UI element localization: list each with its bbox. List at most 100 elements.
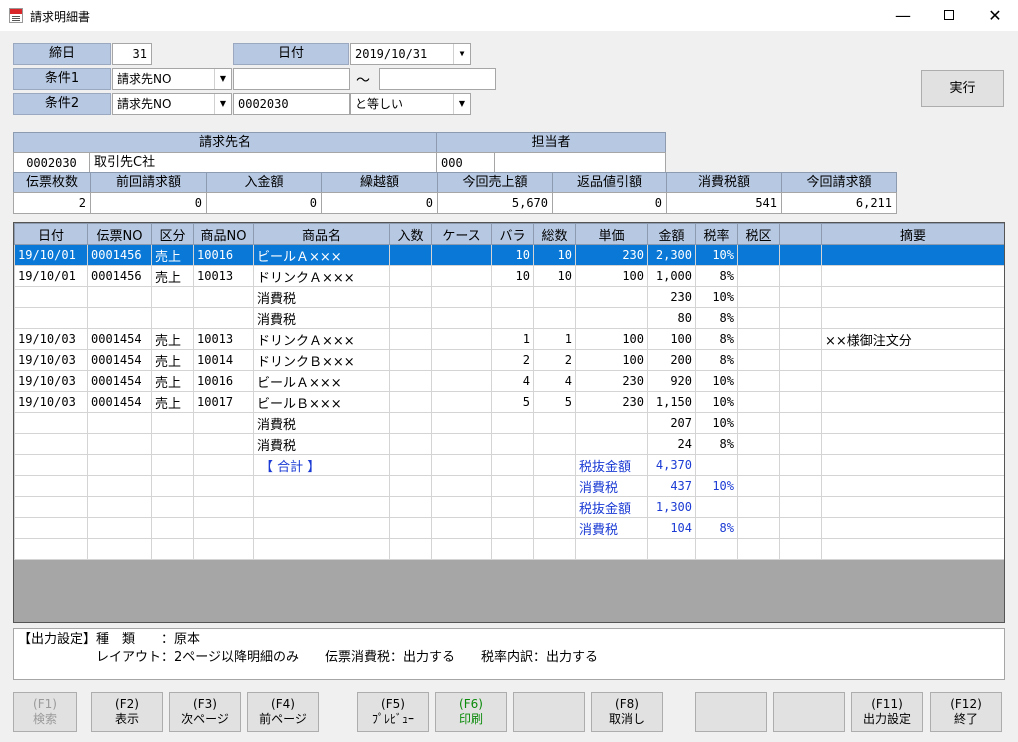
table-row[interactable]: 消費税 230 10% bbox=[14, 286, 1004, 308]
cell-loose bbox=[491, 496, 534, 518]
cell-memo bbox=[821, 433, 1004, 455]
column-header-product-name[interactable]: 商品名 bbox=[253, 223, 390, 245]
cond2-value-input[interactable]: 0002030 bbox=[233, 93, 350, 115]
cell-case bbox=[431, 517, 492, 539]
chevron-down-icon[interactable]: ▼ bbox=[453, 94, 470, 114]
print-button[interactable]: (F6) 印刷 bbox=[435, 692, 507, 732]
cond2-field-select[interactable]: 請求先NO ▼ bbox=[112, 93, 232, 115]
table-row[interactable]: 19/10/03 0001454 売上 10017 ビールＢ××× 5 5 230 1,150 1… bbox=[14, 391, 1004, 413]
cell-loose bbox=[491, 454, 534, 476]
fkey-label: (F8) bbox=[615, 697, 639, 711]
date-select[interactable]: 2019/10/31 ▼ bbox=[350, 43, 471, 65]
cell-pack-qty bbox=[389, 391, 432, 413]
fkey-label: (F11) bbox=[871, 697, 903, 711]
table-row[interactable]: 消費税 24 8% bbox=[14, 433, 1004, 455]
cell-pack-qty bbox=[389, 370, 432, 392]
cell-unit-price: 100 bbox=[575, 265, 648, 287]
column-header-unit-price[interactable]: 単価 bbox=[575, 223, 648, 245]
execute-button[interactable]: 実行 bbox=[921, 70, 1004, 107]
chevron-down-icon[interactable]: ▼ bbox=[214, 69, 231, 89]
column-header-amount[interactable]: 金額 bbox=[647, 223, 696, 245]
column-header-slip-no[interactable]: 伝票NO bbox=[87, 223, 152, 245]
cell-tax-class bbox=[737, 454, 780, 476]
cell-unit-price bbox=[575, 307, 648, 329]
output-settings-button[interactable]: (F11) 出力設定 bbox=[851, 692, 923, 732]
table-row[interactable]: 消費税 437 10% bbox=[14, 475, 1004, 497]
cond1-field-select[interactable]: 請求先NO ▼ bbox=[112, 68, 232, 90]
column-header-pack-qty[interactable]: 入数 bbox=[389, 223, 432, 245]
cell-pack-qty bbox=[389, 538, 432, 560]
column-header-date[interactable]: 日付 bbox=[14, 223, 88, 245]
table-row[interactable]: 消費税 104 8% bbox=[14, 517, 1004, 539]
date-value: 2019/10/31 bbox=[355, 47, 428, 61]
exit-button[interactable]: (F12) 終了 bbox=[930, 692, 1002, 732]
title-bar: 請求明細書 — ✕ bbox=[0, 0, 1018, 31]
cell-pack-qty bbox=[389, 433, 432, 455]
shimebi-input[interactable]: 31 bbox=[112, 43, 152, 65]
prev-page-button[interactable]: (F4) 前ページ bbox=[247, 692, 319, 732]
preview-button[interactable]: (F5) ﾌﾟﾚﾋﾞｭｰ bbox=[357, 692, 429, 732]
table-row[interactable] bbox=[14, 538, 1004, 560]
cell-product-name: ビールＢ××× bbox=[253, 391, 390, 413]
cancel-button[interactable]: (F8) 取消し bbox=[591, 692, 663, 732]
table-row[interactable]: 【 合計 】 税抜金額 4,370 bbox=[14, 454, 1004, 476]
maximize-button[interactable] bbox=[926, 0, 972, 31]
table-row[interactable]: 19/10/03 0001454 売上 10014 ドリンクＢ××× 2 2 100 200 8% bbox=[14, 349, 1004, 371]
cell-total-qty bbox=[533, 412, 576, 434]
column-header-product-no[interactable]: 商品NO bbox=[193, 223, 254, 245]
cell-slip-no bbox=[87, 454, 152, 476]
staff-header: 担当者 bbox=[436, 132, 666, 153]
cond2-operator-select[interactable]: と等しい ▼ bbox=[350, 93, 471, 115]
table-row[interactable]: 税抜金額 1,300 bbox=[14, 496, 1004, 518]
column-header-case[interactable]: ケース bbox=[431, 223, 492, 245]
chevron-down-icon[interactable]: ▼ bbox=[453, 44, 470, 64]
display-button[interactable]: (F2) 表示 bbox=[91, 692, 163, 732]
column-header-blank[interactable] bbox=[779, 223, 822, 245]
cell-tax-class bbox=[737, 412, 780, 434]
minimize-button[interactable]: — bbox=[880, 0, 926, 31]
cond1-from-input[interactable] bbox=[233, 68, 350, 90]
customer-name: 取引先C社 bbox=[89, 152, 437, 174]
column-header-tax-class[interactable]: 税区 bbox=[737, 223, 780, 245]
cell-category: 売上 bbox=[151, 370, 194, 392]
f7-button[interactable] bbox=[513, 692, 585, 732]
column-header-loose[interactable]: バラ bbox=[491, 223, 534, 245]
cell-total-qty bbox=[533, 286, 576, 308]
cell-unit-price: 230 bbox=[575, 370, 648, 392]
column-header-total-qty[interactable]: 総数 bbox=[533, 223, 576, 245]
detail-grid[interactable]: 日付 伝票NO 区分 商品NO 商品名 入数 ケース バラ 総数 単価 金額 税率 税区 摘要 19/10… bbox=[13, 222, 1005, 623]
table-row[interactable]: 19/10/03 0001454 売上 10013 ドリンクＡ××× 1 1 100 100 8%… bbox=[14, 328, 1004, 350]
cell-product-no: 10014 bbox=[193, 349, 254, 371]
close-button[interactable]: ✕ bbox=[972, 0, 1018, 31]
table-row[interactable]: 19/10/01 0001456 売上 10013 ドリンクＡ××× 10 10 100 1,0… bbox=[14, 265, 1004, 287]
cell-blank bbox=[779, 391, 822, 413]
cell-slip-no bbox=[87, 286, 152, 308]
table-row[interactable]: 19/10/01 0001456 売上 10016 ビールＡ××× 10 10 230 2,30… bbox=[14, 244, 1004, 266]
next-page-button[interactable]: (F3) 次ページ bbox=[169, 692, 241, 732]
chevron-down-icon[interactable]: ▼ bbox=[214, 94, 231, 114]
window-title: 請求明細書 bbox=[30, 10, 91, 24]
totals-header: 入金額 bbox=[206, 172, 322, 193]
cell-amount: 230 bbox=[647, 286, 696, 308]
cell-slip-no bbox=[87, 433, 152, 455]
table-row[interactable]: 消費税 80 8% bbox=[14, 307, 1004, 329]
table-row[interactable]: 19/10/03 0001454 売上 10016 ビールＡ××× 4 4 230 920 10% bbox=[14, 370, 1004, 392]
totals-header: 伝票枚数 bbox=[13, 172, 91, 193]
column-header-tax-rate[interactable]: 税率 bbox=[695, 223, 738, 245]
f9-button[interactable] bbox=[695, 692, 767, 732]
cell-slip-no: 0001456 bbox=[87, 265, 152, 287]
staff-name bbox=[494, 152, 666, 174]
cell-total-qty bbox=[533, 475, 576, 497]
column-header-memo[interactable]: 摘要 bbox=[821, 223, 1004, 245]
cell-slip-no bbox=[87, 517, 152, 539]
cell-slip-no bbox=[87, 496, 152, 518]
cell-pack-qty bbox=[389, 244, 432, 266]
column-header-category[interactable]: 区分 bbox=[151, 223, 194, 245]
cell-memo bbox=[821, 517, 1004, 539]
search-button[interactable]: (F1) 検索 bbox=[13, 692, 77, 732]
table-row[interactable]: 消費税 207 10% bbox=[14, 412, 1004, 434]
cell-total-qty: 5 bbox=[533, 391, 576, 413]
cond1-to-input[interactable] bbox=[379, 68, 496, 90]
f10-button[interactable] bbox=[773, 692, 845, 732]
cell-amount: 100 bbox=[647, 328, 696, 350]
